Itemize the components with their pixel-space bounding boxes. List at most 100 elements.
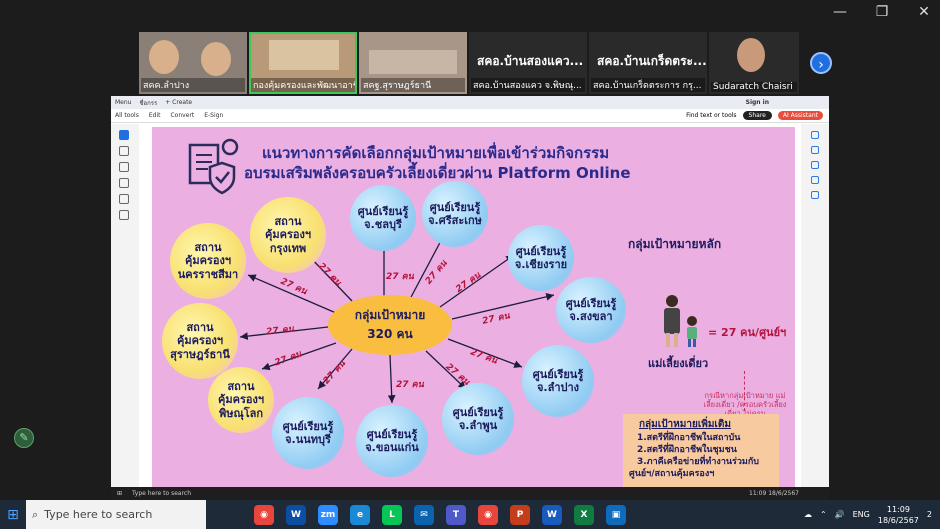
participant-name: กองคุ้มครองและพัฒนาอาชีพ xyxy=(251,78,355,92)
chevron-up-icon[interactable]: ⌃ xyxy=(820,510,827,519)
start-button[interactable]: ⊞ xyxy=(0,500,26,529)
volume-icon[interactable]: 🔊 xyxy=(835,510,845,519)
participant-tile[interactable]: Sudaratch Chaisri xyxy=(709,32,799,94)
spoke-label: 27 คน xyxy=(396,380,424,390)
participant-tile[interactable]: สคค.ลำปาง xyxy=(139,32,247,94)
tool-convert[interactable]: Convert xyxy=(170,112,194,119)
language-indicator[interactable]: ENG xyxy=(853,510,870,519)
weather-icon[interactable]: ☁ xyxy=(804,510,812,519)
select-tool-icon[interactable] xyxy=(119,130,129,140)
shared-start-icon: ⊞ xyxy=(117,490,123,497)
node-khonkaen: ศูนย์เรียนรู้ จ.ขอนแก่น xyxy=(356,405,428,477)
node-songkhla: ศูนย์เรียนรู้ จ.สงขลา xyxy=(556,277,626,343)
sign-in-link[interactable]: Sign in xyxy=(746,99,769,106)
restore-button[interactable]: ❐ xyxy=(872,4,892,20)
participant-name: สคฐ.สุราษฎร์ธานี xyxy=(361,78,465,92)
node-nonthaburi: ศูนย์เรียนรู้ จ.นนทบุรี xyxy=(272,397,344,469)
create-tab-button[interactable]: + Create xyxy=(165,99,192,106)
node-bangkok: สถาน คุ้มครองฯ กรุงเทพ xyxy=(250,197,326,273)
node-chiangrai: ศูนย์เรียนรู้ จ.เชียงราย xyxy=(508,225,574,291)
find-field[interactable]: Find text or tools xyxy=(686,112,736,119)
node-lampang: ศูนย์เรียนรู้ จ.ลำปาง xyxy=(522,345,594,417)
teams-icon[interactable]: T xyxy=(446,504,466,525)
room-image xyxy=(369,50,457,74)
participant-tile[interactable]: กองคุ้มครองและพัฒนาอาชีพ xyxy=(249,32,357,94)
spoke-label: 27 คน xyxy=(265,324,295,338)
tool-esign[interactable]: E-Sign xyxy=(204,112,223,119)
right-tool-rail xyxy=(801,124,829,487)
line-icon[interactable]: L xyxy=(382,504,402,525)
extra-target-box: กลุ่มเป้าหมายเพิ่มเติม 1.สตรีที่ฝึกอาชีพ… xyxy=(623,414,779,487)
layers-icon[interactable] xyxy=(811,191,819,199)
node-suratthani: สถาน คุ้มครองฯ สุราษฎร์ธานี xyxy=(162,303,238,379)
spoke-label: 27 คน xyxy=(386,272,414,282)
mother-child-icon xyxy=(664,295,697,347)
shape-tool-icon[interactable] xyxy=(119,178,129,188)
center-target-group: กลุ่มเป้าหมาย 320 คน xyxy=(328,295,452,355)
extra-item: 3.ภาคีเครือข่ายที่ทำงานร่วมกับ xyxy=(637,456,760,467)
powerpoint-icon[interactable]: P xyxy=(510,504,530,525)
photos-icon[interactable]: ▣ xyxy=(606,504,626,525)
pages-icon[interactable] xyxy=(811,176,819,184)
participant-name: สคค.ลำปาง xyxy=(141,78,245,92)
stamp-tool-icon[interactable] xyxy=(119,210,129,220)
shared-clock: 11:09 18/6/2567 xyxy=(749,490,799,497)
extra-item: 2.สตรีที่ฝึกอาชีพในชุมชน xyxy=(637,444,737,455)
draw-tool-icon[interactable] xyxy=(119,162,129,172)
node-chonburi: ศูนย์เรียนรู้ จ.ชลบุรี xyxy=(350,185,416,251)
left-tool-rail xyxy=(111,124,139,487)
share-button[interactable]: Share xyxy=(742,111,772,120)
excel-icon[interactable]: X xyxy=(574,504,594,525)
node-lamphun: ศูนย์เรียนรู้ จ.ลำพูน xyxy=(442,383,514,455)
participant-strip: สคค.ลำปาง กองคุ้มครองและพัฒนาอาชีพ สคฐ.ส… xyxy=(139,32,801,94)
participant-name: สคอ.บ้านเกร็ดตระการ กรุ... xyxy=(591,78,705,92)
taskbar-search[interactable]: ⌕ Type here to search xyxy=(26,500,206,529)
zoom-icon[interactable]: zm xyxy=(318,504,338,525)
bookmark-icon[interactable] xyxy=(811,146,819,154)
participant-display-name: สคอ.บ้านเกร็ดตระ... xyxy=(597,54,707,68)
next-participants-button[interactable]: › xyxy=(810,52,832,74)
pdf-toolbar-right: Find text or tools Share AI Assistant xyxy=(686,111,823,120)
participant-tile[interactable]: สคฐ.สุราษฎร์ธานี xyxy=(359,32,467,94)
comment-tool-icon[interactable] xyxy=(119,146,129,156)
tool-all[interactable]: All tools xyxy=(115,112,139,119)
taskbar-clock[interactable]: 11:09 18/6/2567 xyxy=(878,504,919,526)
chrome-icon[interactable]: ◉ xyxy=(478,504,498,525)
tool-edit[interactable]: Edit xyxy=(149,112,161,119)
mail-icon[interactable]: ✉ xyxy=(414,504,434,525)
text-tool-icon[interactable] xyxy=(119,194,129,204)
slide-canvas: แนวทางการคัดเลือกกลุ่มเป้าหมายเพื่อเข้าร… xyxy=(152,127,795,487)
extra-item: ศูนย์ฯ/สถานคุ้มครองฯ xyxy=(629,468,715,479)
notifications-badge[interactable]: 2 xyxy=(927,510,932,519)
extra-item: 1.สตรีที่ฝึกอาชีพในสถาบัน xyxy=(637,432,741,443)
windows-taskbar: ⊞ ⌕ Type here to search ◉ W zm e L ✉ T ◉… xyxy=(0,500,940,529)
participant-tile[interactable]: สคอ.บ้านเกร็ดตระ... สคอ.บ้านเกร็ดตระการ … xyxy=(589,32,707,94)
single-mother-label: แม่เลี้ยงเดี่ยว xyxy=(648,357,709,370)
taskbar-apps: ◉ W zm e L ✉ T ◉ P W X ▣ xyxy=(254,504,626,525)
shared-pdf-window: Menu ชื่อกรร + Create Sign in All tools … xyxy=(111,96,829,487)
tab-document[interactable]: ชื่อกรร xyxy=(139,98,157,108)
participant-display-name: สคอ.บ้านสองแคว... xyxy=(477,54,584,68)
extra-title: กลุ่มเป้าหมายเพิ่มเติม xyxy=(639,419,731,430)
chrome-icon[interactable]: ◉ xyxy=(254,504,274,525)
node-nakhonratchasima: สถาน คุ้มครองฯ นครราชสีมา xyxy=(170,223,246,299)
node-sisaket: ศูนย์เรียนรู้ จ.ศรีสะเกษ xyxy=(422,181,488,247)
participant-face xyxy=(149,40,179,74)
annotate-pencil-icon[interactable]: ✎ xyxy=(14,428,34,448)
comment-icon[interactable] xyxy=(811,131,819,139)
participant-face xyxy=(737,38,765,72)
participant-face xyxy=(201,42,231,76)
attachment-icon[interactable] xyxy=(811,161,819,169)
ratio-label: = 27 คน/ศูนย์ฯ xyxy=(708,326,787,339)
minimize-button[interactable]: — xyxy=(830,4,850,20)
ai-assistant-button[interactable]: AI Assistant xyxy=(777,111,823,120)
pdf-tab-bar: Menu ชื่อกรร + Create Sign in xyxy=(111,96,829,109)
window-controls: — ❐ ✕ xyxy=(830,4,934,20)
webex-icon[interactable]: W xyxy=(286,504,306,525)
edge-icon[interactable]: e xyxy=(350,504,370,525)
word-icon[interactable]: W xyxy=(542,504,562,525)
menu-button[interactable]: Menu xyxy=(115,99,131,106)
close-button[interactable]: ✕ xyxy=(914,4,934,20)
participant-tile[interactable]: สคอ.บ้านสองแคว... สคอ.บ้านสองแคว จ.พิษณุ… xyxy=(469,32,587,94)
search-icon: ⌕ xyxy=(32,507,39,521)
